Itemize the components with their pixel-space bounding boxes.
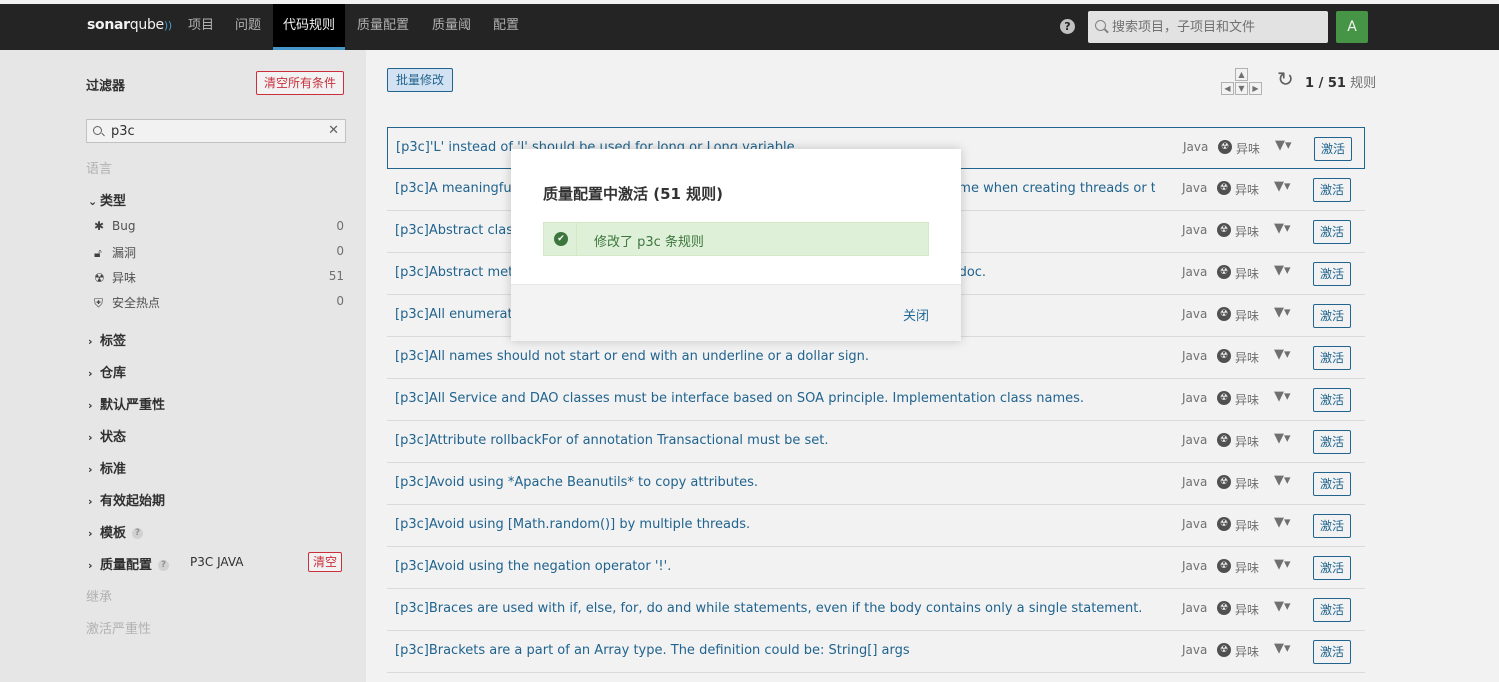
check-circle-icon: ✔ — [554, 232, 568, 246]
activation-result-modal: 质量配置中激活 (51 规则) ✔ 修改了 p3c 条规则 关闭 — [511, 149, 961, 341]
success-alert: ✔ 修改了 p3c 条规则 — [543, 222, 929, 256]
modal-title: 质量配置中激活 (51 规则) — [543, 185, 724, 203]
modal-backdrop[interactable] — [0, 0, 1499, 682]
close-button[interactable]: 关闭 — [903, 305, 929, 324]
success-message: 修改了 p3c 条规则 — [594, 235, 704, 250]
modal-footer: 关闭 — [511, 284, 961, 341]
